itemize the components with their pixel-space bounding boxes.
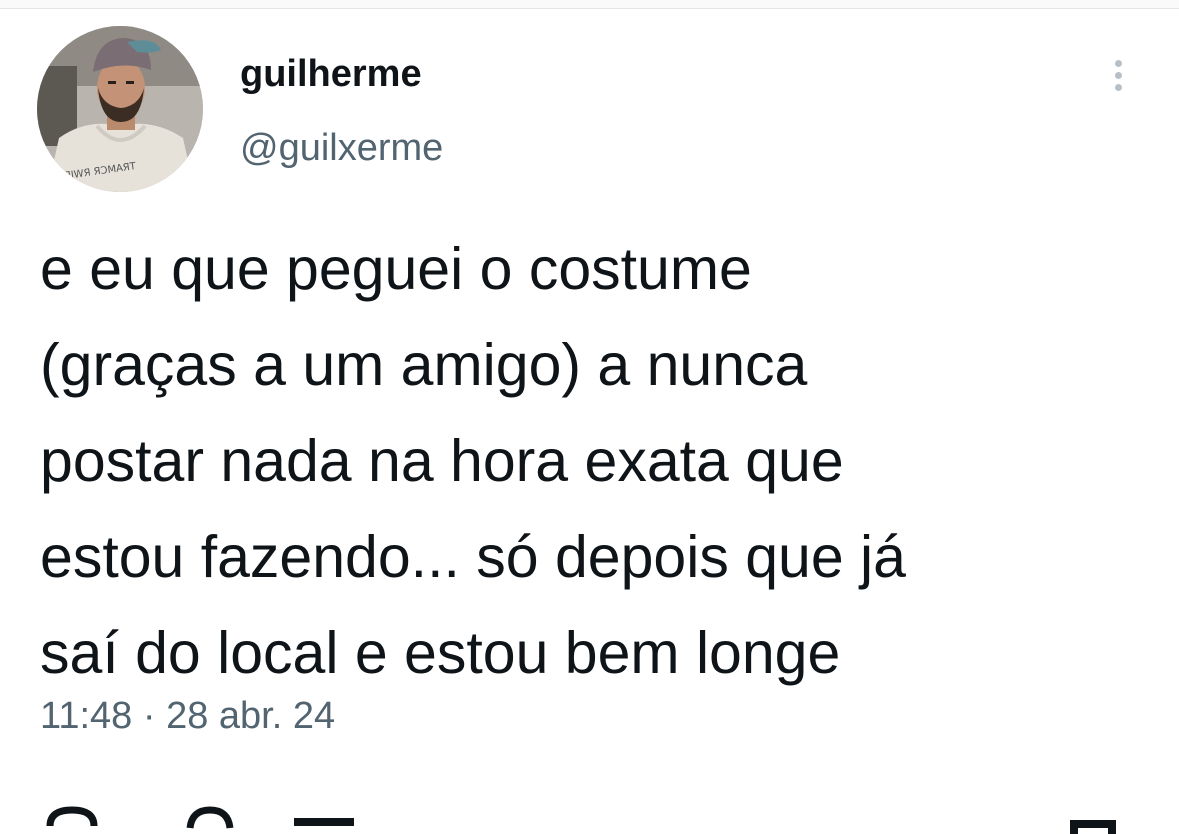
display-name[interactable]: guilherme <box>240 53 422 96</box>
more-dot-icon <box>1114 59 1122 67</box>
reply-icon[interactable] <box>44 804 100 834</box>
tweet: ꟻIWЯ ЯƆMAЯT guilherme @guilxerme e eu qu… <box>0 9 1179 834</box>
share-icon[interactable] <box>1062 804 1122 834</box>
top-divider <box>0 0 1179 9</box>
user-handle[interactable]: @guilxerme <box>240 127 443 170</box>
tweet-text-line: postar nada na hora exata que <box>40 428 844 494</box>
tweet-time-link[interactable]: 11:48 <box>40 695 132 737</box>
like-icon[interactable] <box>290 804 360 834</box>
tweet-text-line: estou fazendo... só depois que já <box>40 524 906 590</box>
tweet-text-line: (graças a um amigo) a nunca <box>40 332 808 398</box>
tweet-timestamp: 11:48 · 28 abr. 24 <box>40 695 335 738</box>
retweet-icon[interactable] <box>180 804 240 834</box>
tweet-text-line: e eu que peguei o costume <box>40 236 752 302</box>
more-dot-icon <box>1114 83 1122 91</box>
meta-separator: · <box>142 695 156 737</box>
tweet-text-line: saí do local e estou bem longe <box>40 620 841 686</box>
avatar[interactable]: ꟻIWЯ ЯƆMAЯT <box>37 26 203 192</box>
tweet-text: e eu que peguei o costume (graças a um a… <box>40 221 1150 701</box>
more-options-button[interactable] <box>1096 53 1140 97</box>
tweet-action-bar <box>0 804 1179 834</box>
tweet-date-link[interactable]: 28 abr. 24 <box>166 695 335 737</box>
more-dot-icon <box>1114 71 1122 79</box>
